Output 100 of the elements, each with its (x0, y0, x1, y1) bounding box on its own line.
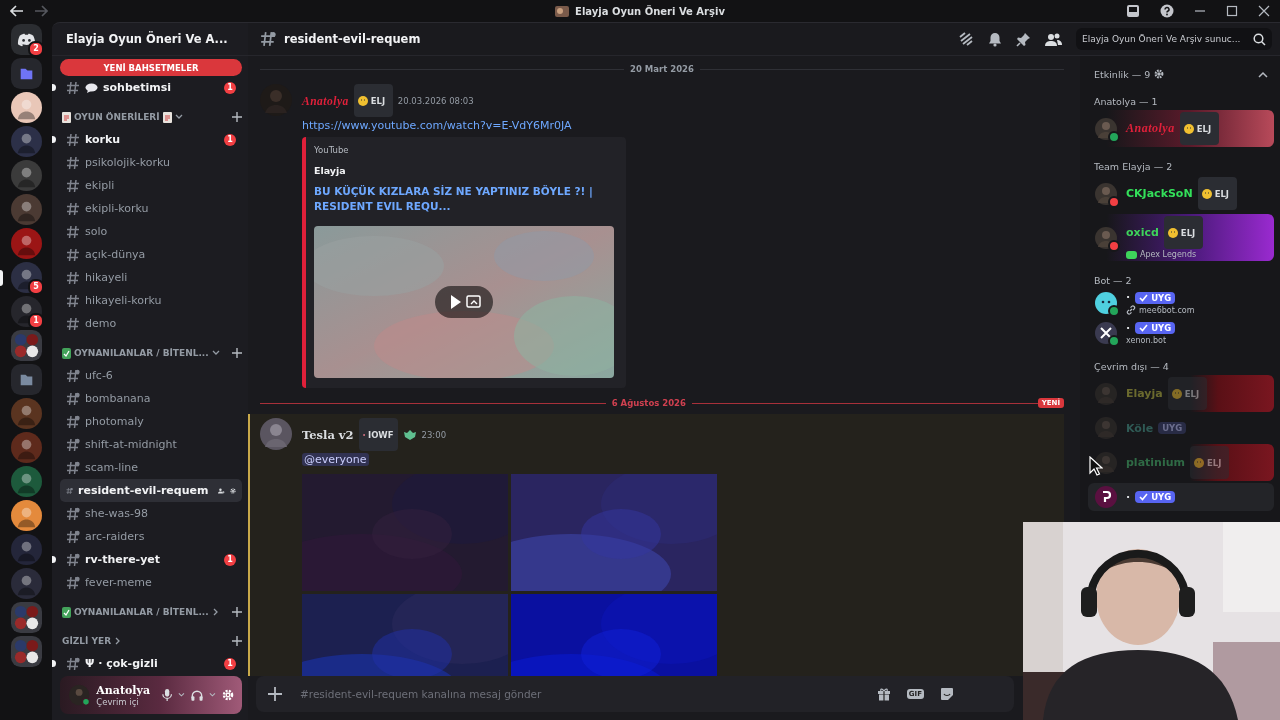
headphones-icon[interactable] (191, 688, 204, 702)
new-mentions-button[interactable]: YENİ BAHSETMELER (60, 59, 242, 76)
channel-item[interactable]: ekipli-korku (60, 197, 242, 220)
threads-icon[interactable] (958, 31, 974, 47)
unread-badge: 1 (224, 81, 236, 94)
channel-item[interactable]: hikayeli (60, 266, 242, 289)
cursor-icon (1089, 456, 1103, 476)
chevron-down-icon[interactable] (211, 349, 220, 357)
channel-item[interactable]: hikayeli-korku (60, 289, 242, 312)
speech-bubble-icon (85, 82, 98, 93)
server-folder-icon[interactable] (10, 330, 42, 361)
add-channel-icon[interactable] (232, 112, 242, 122)
maximize-icon[interactable] (1226, 5, 1238, 17)
emoji-icon (1183, 123, 1194, 134)
channel-item[interactable]: she-was-98 (60, 502, 242, 525)
member-name: CKJackSoN (1126, 187, 1193, 200)
add-channel-icon[interactable] (232, 607, 242, 617)
add-channel-icon[interactable] (232, 348, 242, 358)
channel-item[interactable]: bombanana (60, 387, 242, 410)
app-tag: UYG (1135, 322, 1176, 334)
gift-icon[interactable] (876, 687, 891, 701)
search-icon (1253, 32, 1266, 46)
hashtag-icon (260, 31, 276, 47)
members-icon[interactable] (1045, 31, 1062, 47)
category-name[interactable]: OYNANILANLAR / BİTENL... (74, 607, 209, 617)
category-name[interactable]: GİZLİ YER (62, 636, 112, 646)
server-icon[interactable] (10, 92, 42, 123)
channel-item[interactable]: ufc-6 (60, 364, 242, 387)
member-name: Elayja (1126, 387, 1163, 400)
embed-author[interactable]: Elayja (314, 165, 614, 176)
category-name[interactable]: OYUN ÖNERİLERİ (74, 112, 160, 122)
member-item[interactable]: · UYG mee6bot.com (1088, 289, 1274, 317)
forward-icon[interactable] (34, 5, 48, 17)
channel-item[interactable]: scam-line (60, 456, 242, 479)
message-link[interactable]: https://www.youtube.com/watch?v=E-VdY6Mr0JA (302, 119, 572, 132)
server-folder-icon[interactable] (10, 602, 42, 633)
channel-item[interactable]: rv-there-yet 1 (60, 548, 242, 571)
channel-item[interactable]: Ψ · çok-gizli 1 (60, 652, 242, 672)
hashtag-icon (66, 224, 80, 239)
chevron-down-icon[interactable] (178, 692, 186, 698)
channel-item[interactable]: sohbetimsi 1 (60, 76, 242, 99)
add-icon[interactable] (268, 687, 282, 701)
member-group-title: Team Elayja — 2 (1094, 161, 1174, 172)
play-button[interactable] (435, 286, 493, 318)
microphone-icon[interactable] (162, 688, 173, 702)
check-icon (1139, 293, 1149, 302)
avatar[interactable] (260, 418, 292, 450)
chevron-down-icon[interactable] (209, 692, 216, 698)
bell-icon[interactable] (988, 31, 1002, 47)
server-folder-icon[interactable] (10, 636, 42, 667)
channel-item[interactable]: resident-evil-requem (60, 479, 242, 502)
unread-badge: 1 (224, 657, 236, 670)
channel-item[interactable]: arc-raiders (60, 525, 242, 548)
settings-icon[interactable] (1154, 69, 1165, 79)
member-item[interactable]: · UYG (1088, 483, 1274, 511)
sticker-icon[interactable] (940, 687, 954, 701)
channel-item[interactable]: demo (60, 312, 242, 335)
date-divider: 6 Ağustos 2026 (611, 398, 686, 408)
embed-title[interactable]: BU KÜÇÜK KIZLARA SİZ NE YAPTINIZ BÖYLE ?! | RESIDENT EVIL REQU... (314, 184, 614, 214)
hashtag-icon (66, 391, 80, 406)
author-name[interactable]: Tesla v2 (302, 427, 354, 442)
channel-item[interactable]: shift-at-midnight (60, 433, 242, 456)
channel-item[interactable]: ekipli (60, 174, 242, 197)
server-tag: ELJ (1163, 216, 1203, 249)
bot-website: mee6bot.com (1139, 305, 1195, 315)
add-channel-icon[interactable] (232, 636, 242, 646)
channel-item[interactable]: solo (60, 220, 242, 243)
emoji-icon (1194, 457, 1204, 468)
activity-header[interactable]: Etkinlik — 9 (1094, 68, 1151, 80)
avatar[interactable] (68, 682, 91, 708)
hashtag-icon (66, 316, 80, 331)
chevron-up-icon[interactable] (1258, 70, 1268, 78)
back-icon[interactable] (10, 5, 24, 17)
server-name[interactable]: Elayja Oyun Öneri Ve A... (66, 32, 228, 46)
close-icon[interactable] (1258, 5, 1270, 17)
member-name: · (1126, 291, 1131, 304)
inbox-icon[interactable] (1126, 4, 1140, 18)
hashtag-icon (66, 293, 80, 308)
folder-icon[interactable] (10, 364, 42, 395)
member-item[interactable]: · UYG xenon.bot (1088, 319, 1274, 347)
home-icon[interactable] (10, 24, 42, 55)
mention-text[interactable]: @everyone (302, 453, 369, 466)
server-icon[interactable] (10, 500, 42, 531)
help-icon[interactable] (1160, 4, 1174, 18)
chevron-down-icon[interactable] (174, 113, 183, 121)
author-name[interactable]: Anatolya (302, 94, 349, 107)
channel-item[interactable]: korku 1 (60, 128, 242, 151)
channel-item[interactable]: photomaly (60, 410, 242, 433)
channel-item[interactable]: fever-meme (60, 571, 242, 594)
member-item[interactable]: CKJackSoN ELJ (1088, 175, 1274, 212)
channel-item[interactable]: psikolojik-korku (60, 151, 242, 174)
pin-icon[interactable] (1016, 31, 1031, 47)
folder-icon[interactable] (10, 58, 42, 89)
hashtag-icon (66, 368, 80, 383)
avatar (1094, 485, 1118, 509)
search-field[interactable]: Elayja Oyun Öneri Ve Arşiv sunuc... (1076, 28, 1272, 50)
chevron-right-icon[interactable] (211, 608, 220, 616)
unread-badge: 5 (28, 279, 44, 295)
category-name[interactable]: OYNANILANLAR / BİTENL... (74, 348, 209, 358)
channel-item[interactable]: açık-dünya (60, 243, 242, 266)
